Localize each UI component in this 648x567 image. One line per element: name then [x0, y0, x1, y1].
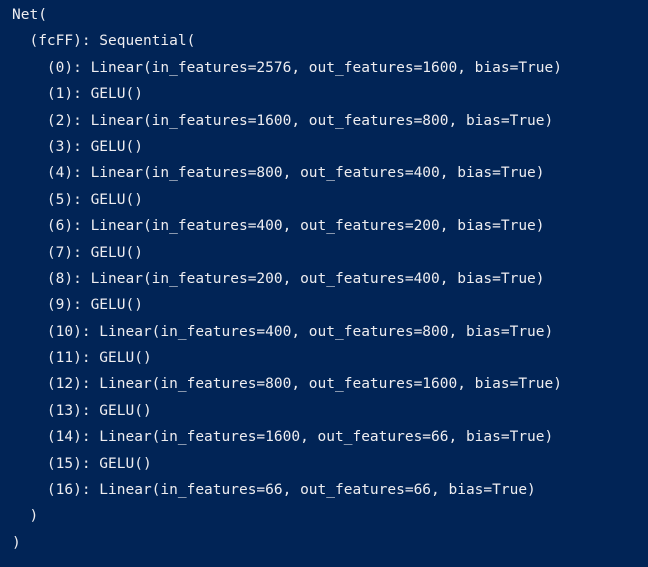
output-line: (14): Linear(in_features=1600, out_featu… [12, 429, 554, 446]
output-line: ) [12, 534, 21, 551]
output-line: (12): Linear(in_features=800, out_featur… [12, 376, 562, 393]
output-line: (2): Linear(in_features=1600, out_featur… [12, 112, 554, 129]
output-line: (7): GELU() [12, 244, 143, 261]
output-line: (3): GELU() [12, 138, 143, 155]
output-line: (1): GELU() [12, 86, 143, 103]
output-line: Net( [12, 7, 47, 23]
output-line: (9): GELU() [12, 297, 143, 314]
output-line: (10): Linear(in_features=400, out_featur… [12, 323, 554, 340]
output-line: (4): Linear(in_features=800, out_feature… [12, 165, 545, 182]
terminal-output: Net( (fcFF): Sequential( (0): Linear(in_… [0, 0, 648, 567]
output-line: (0): Linear(in_features=2576, out_featur… [12, 59, 562, 76]
output-line: (11): GELU() [12, 350, 152, 367]
output-line: (fcFF): Sequential( [12, 33, 196, 50]
output-line: (6): Linear(in_features=400, out_feature… [12, 218, 545, 235]
output-line: (13): GELU() [12, 402, 152, 419]
output-line: (15): GELU() [12, 455, 152, 472]
output-line: (16): Linear(in_features=66, out_feature… [12, 482, 536, 499]
output-line: ) [12, 508, 39, 525]
output-line: (5): GELU() [12, 191, 143, 208]
output-line: (8): Linear(in_features=200, out_feature… [12, 270, 545, 287]
